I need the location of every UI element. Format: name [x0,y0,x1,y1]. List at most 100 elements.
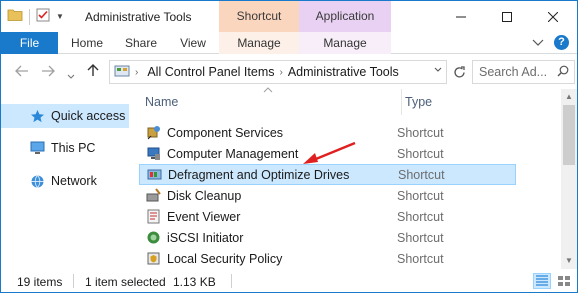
component-services-icon [145,125,161,141]
star-icon [29,108,45,124]
maximize-button[interactable] [484,1,530,32]
breadcrumb-administrative-tools[interactable]: Administrative Tools [288,65,399,79]
tab-manage-shortcut[interactable]: Manage [219,32,299,54]
refresh-button[interactable] [449,60,469,84]
list-item[interactable]: Disk Cleanup Shortcut [139,185,516,206]
vertical-scrollbar[interactable]: ▲ ▼ [561,89,577,269]
list-item[interactable]: Event Viewer Shortcut [139,206,516,227]
search-icon [557,65,569,80]
tab-file[interactable]: File [1,32,58,54]
file-name: Event Viewer [167,209,241,224]
event-viewer-icon [145,209,161,225]
minimize-icon [456,16,466,17]
defragment-drives-icon [146,167,162,183]
back-arrow-icon[interactable] [15,64,29,80]
tab-manage-application[interactable]: Manage [299,32,391,54]
properties-icon[interactable] [36,8,50,25]
local-security-policy-icon [145,251,161,267]
annotation-arrow-icon [303,141,356,164]
nav-item-label: Quick access [51,109,126,123]
tab-home[interactable]: Home [61,32,113,54]
customize-qat-chevron-icon[interactable]: ▼ [56,12,64,21]
title-bar: ▼ Administrative Tools Shortcut Tools Ap… [1,1,577,54]
nav-item-label: Network [51,174,97,188]
breadcrumb-all-control-panel-items[interactable]: All Control Panel Items [147,65,274,79]
control-panel-icon [114,64,130,81]
breadcrumb-separator-icon[interactable]: › [135,67,138,78]
iscsi-initiator-icon [145,230,161,246]
explorer-window: ▼ Administrative Tools Shortcut Tools Ap… [0,0,578,293]
file-name: Defragment and Optimize Drives [168,167,350,182]
ribbon-tabs: File Home Share View Manage Manage ? [1,32,577,54]
list-item[interactable]: Component Services Shortcut [139,122,516,143]
up-arrow-icon[interactable] [87,63,99,80]
status-bar: 19 items 1 item selected 1.13 KB [1,269,577,292]
item-count: 19 items [17,275,63,289]
tab-view[interactable]: View [167,32,219,54]
nav-item-network[interactable]: Network [1,169,129,193]
list-item[interactable]: Local Security Policy Shortcut [139,248,516,269]
large-icons-view-button[interactable] [555,273,573,289]
file-name: Computer Management [167,146,299,161]
selection-count: 1 item selected [85,275,166,289]
close-button[interactable] [530,1,576,32]
disk-cleanup-icon [145,188,161,204]
nav-item-label: This PC [51,141,96,155]
address-bar[interactable]: › All Control Panel Items › Administrati… [109,60,447,84]
file-type: Shortcut [397,230,444,245]
details-view-button[interactable] [533,273,551,289]
file-name: Component Services [167,125,284,140]
tab-share[interactable]: Share [115,32,167,54]
window-title: Administrative Tools [85,10,192,24]
scroll-down-arrow-icon[interactable]: ▼ [561,253,577,269]
maximize-icon [502,11,512,22]
column-divider[interactable] [401,89,402,115]
context-label-application-tools: Application Tools [299,1,391,54]
list-item-selected[interactable]: Defragment and Optimize Drives Shortcut [139,164,516,185]
file-type: Shortcut [397,251,444,266]
context-label-shortcut-tools: Shortcut Tools [219,1,299,54]
recent-locations-chevron-icon[interactable] [67,67,75,83]
refresh-icon [453,65,465,77]
close-icon [548,11,558,22]
file-type: Shortcut [397,188,444,203]
file-name: iSCSI Initiator [167,230,244,245]
search-input[interactable]: Search Ad... [472,60,575,84]
scrollbar-thumb[interactable] [563,105,575,165]
computer-management-icon [145,146,161,162]
file-name: Local Security Policy [167,251,283,266]
search-placeholder: Search Ad... [479,65,548,79]
scroll-up-arrow-icon[interactable]: ▲ [561,89,577,105]
quick-access-toolbar: ▼ [7,8,64,25]
file-type: Shortcut [397,125,444,140]
navigation-pane: Quick access This PC Network [1,89,129,269]
list-item[interactable]: iSCSI Initiator Shortcut [139,227,516,248]
sort-ascending-icon [263,85,273,96]
folder-icon [7,8,23,25]
minimize-button[interactable] [438,1,484,32]
details-view-icon [536,275,548,286]
file-list: Name Type Component Services Shortcut Co… [131,87,561,269]
column-header-type[interactable]: Type [405,95,432,109]
computer-icon [29,140,45,156]
selection-size: 1.13 KB [173,275,216,289]
toolbar-divider [29,8,30,25]
expand-ribbon-chevron-icon[interactable] [532,36,544,50]
column-header-name[interactable]: Name [145,95,178,109]
breadcrumb-separator-icon[interactable]: › [279,67,282,78]
large-icons-view-icon [558,276,570,286]
status-divider [231,274,232,288]
forward-arrow-icon[interactable] [41,64,55,80]
nav-item-quick-access[interactable]: Quick access [1,104,129,128]
nav-item-this-pc[interactable]: This PC [1,136,129,160]
ribbon-controls: ? [532,35,569,50]
navigation-bar: › All Control Panel Items › Administrati… [1,55,577,89]
status-divider [73,274,74,288]
file-type: Shortcut [398,167,445,182]
network-icon [29,173,45,189]
address-history-chevron-icon[interactable] [434,65,442,76]
file-type: Shortcut [397,209,444,224]
help-icon[interactable]: ? [554,35,569,50]
file-type: Shortcut [397,146,444,161]
file-name: Disk Cleanup [167,188,242,203]
